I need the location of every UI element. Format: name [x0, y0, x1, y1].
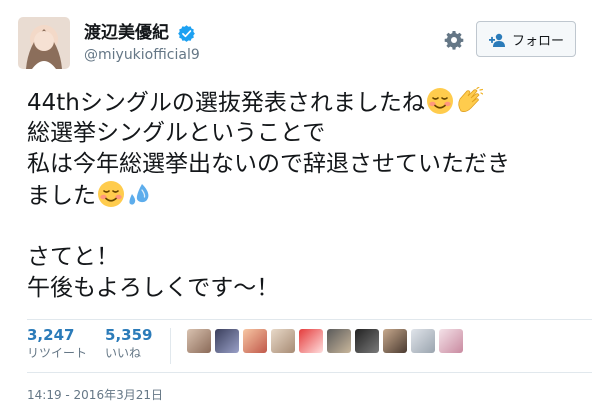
follow-label: フォロー: [511, 33, 564, 49]
liker-avatar[interactable]: [299, 329, 324, 353]
liker-avatar[interactable]: [439, 329, 464, 353]
liker-avatar[interactable]: [355, 329, 380, 353]
user-handle[interactable]: @miyukiofficial9: [84, 45, 200, 65]
sweat-droplets-emoji-icon: [126, 180, 154, 208]
liker-avatar[interactable]: [187, 329, 212, 353]
avatar[interactable]: [18, 17, 70, 69]
tweet-text: 44thシングルの選抜発表されましたね 総選挙シングルということで 私は今年総選…: [27, 86, 597, 304]
user-name-block: 渡辺美優紀 @miyukiofficial9: [84, 22, 200, 65]
tweet-line: 午後もよろしくです〜！: [27, 275, 280, 301]
relieved-smile-emoji-icon: [97, 180, 125, 208]
like-count: 5,359: [105, 326, 153, 344]
relieved-smile-emoji-icon: [426, 87, 454, 115]
liker-avatar[interactable]: [271, 329, 296, 353]
tweet-line: 44thシングルの選抜発表されましたね: [27, 86, 597, 118]
retweet-count: 3,247: [27, 326, 75, 344]
liker-avatars: [187, 329, 467, 353]
tweet-line: さてと！: [27, 244, 119, 270]
stats-separator: [170, 328, 172, 364]
tweet-timestamp[interactable]: 14:19 - 2016年3月21日: [27, 387, 163, 403]
tweet-line: 総選挙シングルということで: [27, 120, 326, 146]
retweet-stat[interactable]: 3,247 リツイート: [27, 326, 87, 362]
like-label: いいね: [105, 346, 142, 360]
gear-icon[interactable]: [444, 30, 464, 50]
clapping-hands-emoji-icon: [455, 86, 484, 115]
tweet-line: 私は今年総選挙出ないので辞退させていただき: [27, 151, 510, 177]
liker-avatar[interactable]: [243, 329, 268, 353]
divider: [27, 372, 592, 373]
add-user-icon: [488, 32, 508, 47]
tweet-line-text: ました: [27, 183, 96, 209]
liker-avatar[interactable]: [215, 329, 240, 353]
tweet-line-text: 44thシングルの選抜発表されましたね: [27, 90, 425, 116]
like-stat[interactable]: 5,359 いいね: [105, 326, 152, 362]
retweet-label: リツイート: [27, 346, 88, 360]
tweet-stats: 3,247 リツイート 5,359 いいね: [27, 326, 467, 368]
follow-button[interactable]: フォロー: [476, 21, 576, 57]
tweet-line: ました: [27, 180, 597, 211]
verified-badge-icon: [178, 24, 195, 42]
liker-avatar[interactable]: [383, 329, 408, 353]
divider: [27, 319, 592, 320]
display-name[interactable]: 渡辺美優紀: [84, 22, 169, 44]
tweet-header: 渡辺美優紀 @miyukiofficial9 フォロー: [18, 17, 594, 73]
liker-avatar[interactable]: [411, 329, 436, 353]
liker-avatar[interactable]: [327, 329, 352, 353]
